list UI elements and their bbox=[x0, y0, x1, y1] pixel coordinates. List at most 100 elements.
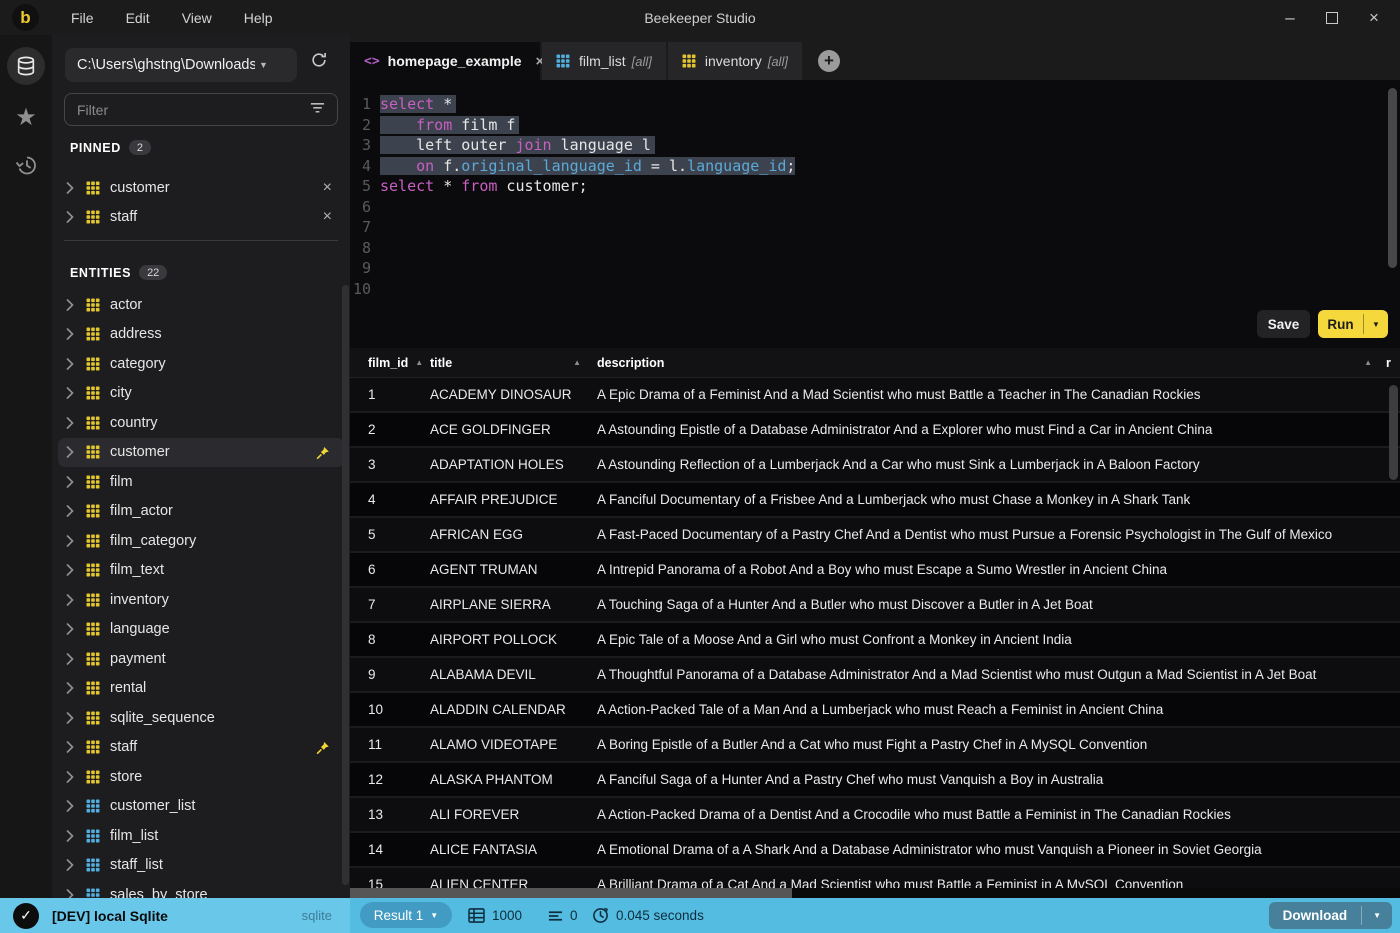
refresh-icon[interactable] bbox=[310, 51, 328, 74]
table-row[interactable]: 7 AIRPLANE SIERRA A Touching Saga of a Hun… bbox=[350, 588, 1400, 623]
sidebar-item-film[interactable]: film bbox=[58, 467, 344, 497]
chevron-right-icon[interactable] bbox=[66, 535, 74, 547]
history-icon[interactable] bbox=[14, 153, 38, 182]
tab-film-list[interactable]: film_list [all] bbox=[542, 42, 666, 80]
column-header-title[interactable]: title ▲ bbox=[430, 356, 597, 370]
table-row[interactable]: 13 ALI FOREVER A Action-Packed Drama of a … bbox=[350, 798, 1400, 833]
favorites-icon[interactable]: ★ bbox=[15, 103, 37, 132]
sidebar-item-rental[interactable]: rental bbox=[58, 674, 344, 704]
pinned-item-staff[interactable]: staff × bbox=[58, 203, 344, 233]
run-button[interactable]: Run ▼ bbox=[1318, 310, 1388, 338]
chevron-right-icon[interactable] bbox=[66, 771, 74, 783]
sidebar-item-film-list[interactable]: film_list bbox=[58, 821, 344, 851]
chevron-right-icon[interactable] bbox=[66, 564, 74, 576]
unpin-close-icon[interactable]: × bbox=[323, 179, 332, 197]
table-row[interactable]: 9 ALABAMA DEVIL A Thoughtful Panorama of a… bbox=[350, 658, 1400, 693]
sidebar-item-store[interactable]: store bbox=[58, 762, 344, 792]
menu-view[interactable]: View bbox=[182, 10, 212, 26]
sidebar-item-film-text[interactable]: film_text bbox=[58, 556, 344, 586]
sidebar-item-customer-list[interactable]: customer_list bbox=[58, 792, 344, 822]
chevron-right-icon[interactable] bbox=[66, 299, 74, 311]
table-row[interactable]: 10 ALADDIN CALENDAR A Action-Packed Tale o… bbox=[350, 693, 1400, 728]
table-row[interactable]: 12 ALASKA PHANTOM A Fanciful Saga of a Hun… bbox=[350, 763, 1400, 798]
sidebar-item-city[interactable]: city bbox=[58, 379, 344, 409]
sidebar-item-sqlite-sequence[interactable]: sqlite_sequence bbox=[58, 703, 344, 733]
sidebar-scrollbar[interactable] bbox=[342, 285, 349, 885]
pinned-item-customer[interactable]: customer × bbox=[58, 173, 344, 203]
table-row[interactable]: 1 ACADEMY DINOSAUR A Epic Drama of a Femin… bbox=[350, 378, 1400, 413]
table-row[interactable]: 3 ADAPTATION HOLES A Astounding Reflection… bbox=[350, 448, 1400, 483]
table-row[interactable]: 8 AIRPORT POLLOCK A Epic Tale of a Moose A… bbox=[350, 623, 1400, 658]
table-row[interactable]: 2 ACE GOLDFINGER A Astounding Epistle of a… bbox=[350, 413, 1400, 448]
tab-close-icon[interactable]: × bbox=[522, 53, 545, 70]
menu-help[interactable]: Help bbox=[244, 10, 273, 26]
horizontal-scrollbar-thumb[interactable] bbox=[350, 888, 792, 898]
column-header-partial[interactable]: r bbox=[1386, 356, 1400, 370]
database-tables-icon[interactable] bbox=[7, 47, 45, 85]
chevron-right-icon[interactable] bbox=[66, 859, 74, 871]
sidebar-item-customer[interactable]: customer bbox=[58, 437, 344, 467]
pin-icon[interactable] bbox=[316, 741, 330, 755]
sql-editor[interactable]: 1 select * 2 from film f 3 left outer jo… bbox=[350, 80, 1400, 345]
sidebar-item-film-actor[interactable]: film_actor bbox=[58, 497, 344, 527]
download-button[interactable]: Download ▼ bbox=[1268, 902, 1392, 929]
horizontal-scrollbar-track[interactable] bbox=[350, 888, 1400, 898]
table-row[interactable]: 11 ALAMO VIDEOTAPE A Boring Epistle of a B… bbox=[350, 728, 1400, 763]
sidebar-item-category[interactable]: category bbox=[58, 349, 344, 379]
unpin-close-icon[interactable]: × bbox=[323, 208, 332, 226]
sidebar-item-language[interactable]: language bbox=[58, 615, 344, 645]
tab-inventory[interactable]: inventory [all] bbox=[667, 42, 802, 80]
table-row[interactable]: 14 ALICE FANTASIA A Emotional Drama of a A… bbox=[350, 833, 1400, 868]
table-scrollbar[interactable] bbox=[1389, 385, 1398, 480]
tab-homepage-example[interactable]: <> homepage_example × bbox=[350, 42, 544, 80]
connection-status[interactable]: ✓ [DEV] local Sqlite sqlite bbox=[0, 898, 350, 933]
pin-icon[interactable] bbox=[316, 446, 330, 460]
chevron-right-icon[interactable] bbox=[66, 830, 74, 842]
sidebar-item-staff-list[interactable]: staff_list bbox=[58, 851, 344, 881]
sidebar-item-payment[interactable]: payment bbox=[58, 644, 344, 674]
chevron-right-icon[interactable] bbox=[66, 211, 74, 223]
chevron-right-icon[interactable] bbox=[66, 682, 74, 694]
column-header-film-id[interactable]: film_id ▲ bbox=[350, 356, 430, 370]
sidebar-item-address[interactable]: address bbox=[58, 320, 344, 350]
sidebar-item-film-category[interactable]: film_category bbox=[58, 526, 344, 556]
chevron-right-icon[interactable] bbox=[66, 653, 74, 665]
filter-input[interactable] bbox=[65, 101, 295, 118]
chevron-right-icon[interactable] bbox=[66, 505, 74, 517]
chevron-right-icon[interactable] bbox=[66, 387, 74, 399]
chevron-down-icon[interactable]: ▼ bbox=[1364, 320, 1388, 329]
editor-scrollbar[interactable] bbox=[1388, 88, 1397, 268]
column-header-description[interactable]: description ▲ bbox=[597, 356, 1386, 370]
chevron-right-icon[interactable] bbox=[66, 594, 74, 606]
new-tab-button[interactable]: + bbox=[817, 50, 840, 72]
sidebar-item-inventory[interactable]: inventory bbox=[58, 585, 344, 615]
chevron-right-icon[interactable] bbox=[66, 417, 74, 429]
connection-dropdown[interactable]: C:\Users\ghstng\Downloads ▼ bbox=[65, 48, 297, 82]
chevron-right-icon[interactable] bbox=[66, 182, 74, 194]
chevron-right-icon[interactable] bbox=[66, 623, 74, 635]
chevron-down-icon[interactable]: ▼ bbox=[1362, 911, 1392, 920]
chevron-right-icon[interactable] bbox=[66, 712, 74, 724]
sidebar-item-actor[interactable]: actor bbox=[58, 290, 344, 320]
table-row[interactable]: 15 ALIEN CENTER A Brilliant Drama of a Cat… bbox=[350, 868, 1400, 888]
chevron-right-icon[interactable] bbox=[66, 358, 74, 370]
maximize-button[interactable] bbox=[1326, 11, 1338, 24]
table-row[interactable]: 6 AGENT TRUMAN A Intrepid Panorama of a Ro… bbox=[350, 553, 1400, 588]
save-button[interactable]: Save bbox=[1257, 310, 1310, 338]
table-row[interactable]: 5 AFRICAN EGG A Fast-Paced Documentary of … bbox=[350, 518, 1400, 553]
chevron-right-icon[interactable] bbox=[66, 889, 74, 898]
result-tab-button[interactable]: Result 1 ▼ bbox=[360, 902, 452, 928]
chevron-right-icon[interactable] bbox=[66, 741, 74, 753]
chevron-right-icon[interactable] bbox=[66, 800, 74, 812]
chevron-right-icon[interactable] bbox=[66, 476, 74, 488]
sidebar-item-sales-by-store[interactable]: sales_by_store bbox=[58, 880, 344, 898]
menu-file[interactable]: File bbox=[71, 10, 94, 26]
minimize-button[interactable]: – bbox=[1280, 8, 1300, 28]
sidebar-item-country[interactable]: country bbox=[58, 408, 344, 438]
chevron-right-icon[interactable] bbox=[66, 446, 74, 458]
menu-edit[interactable]: Edit bbox=[126, 10, 150, 26]
table-row[interactable]: 4 AFFAIR PREJUDICE A Fanciful Documentary … bbox=[350, 483, 1400, 518]
sidebar-item-staff[interactable]: staff bbox=[58, 733, 344, 763]
chevron-right-icon[interactable] bbox=[66, 328, 74, 340]
close-button[interactable]: × bbox=[1364, 8, 1384, 28]
